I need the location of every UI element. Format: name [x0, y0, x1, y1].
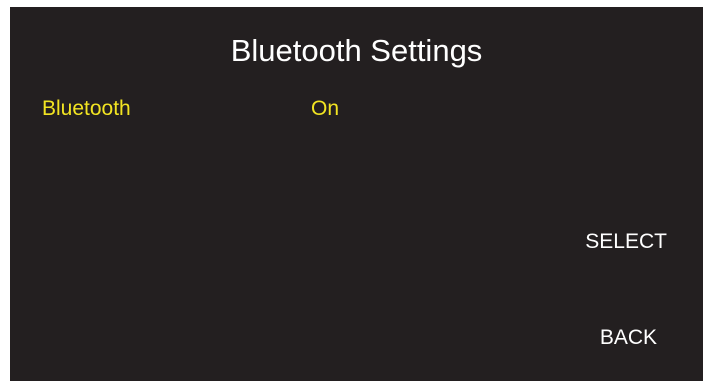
- menu-item-value: On: [311, 97, 340, 120]
- menu-item-label: Bluetooth: [42, 97, 131, 120]
- page-title: Bluetooth Settings: [230, 33, 483, 68]
- bluetooth-settings-screen: Bluetooth Settings Bluetooth On SELECT B…: [10, 7, 703, 381]
- back-button[interactable]: BACK: [537, 325, 657, 351]
- menu-item-bluetooth[interactable]: Bluetooth On: [10, 96, 703, 124]
- select-button[interactable]: SELECT: [547, 229, 667, 255]
